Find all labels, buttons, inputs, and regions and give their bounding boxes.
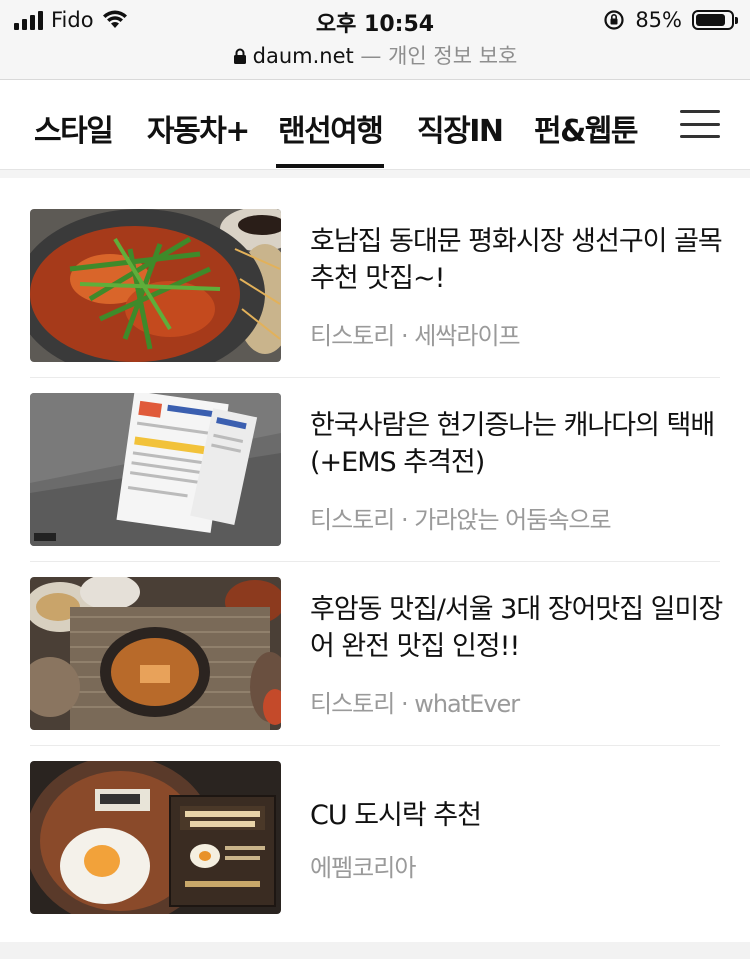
section-gap [0, 170, 750, 178]
status-right: 85% [603, 8, 738, 32]
battery-icon [692, 10, 738, 30]
article-source: 티스토리 · whatEver [310, 690, 520, 718]
tab-fun-webtoon[interactable]: 펀&웹툰 [534, 106, 638, 150]
article-item[interactable]: 한국사람은 현기증나는 캐나다의 택배 (+EMS 추격전) 티스토리 · 가라… [30, 393, 720, 547]
url-bar[interactable]: daum.net — 개인 정보 보호 [0, 40, 750, 70]
status-bar: Fido 오후 10:54 85% daum.net — 개인 정보 보호 [0, 0, 750, 80]
article-source: 에펨코리아 [310, 854, 416, 882]
grilled-eel-photo[interactable] [30, 577, 281, 730]
article-source: 티스토리 · 가라앉는 어둠속으로 [310, 506, 612, 534]
article-title[interactable]: 한국사람은 현기증나는 캐나다의 택배 (+EMS 추격전) [310, 407, 730, 481]
lock-icon [233, 48, 246, 64]
divider [30, 745, 720, 746]
rotation-lock-icon [604, 10, 624, 30]
url-privacy-label: — 개인 정보 보호 [353, 44, 518, 68]
article-item[interactable]: 후암동 맛집/서울 3대 장어맛집 일미장어 완전 맛집 인정!! 티스토리 ·… [30, 577, 723, 731]
article-item[interactable]: 호남집 동대문 평화시장 생선구이 골목 추천 맛집~! 티스토리 · 세싹라이… [30, 209, 723, 363]
lunchbox-photo[interactable] [30, 761, 281, 914]
category-nav: 스타일 자동차+ 랜선여행 직장IN 펀&웹툰 [0, 80, 750, 170]
hamburger-menu-icon[interactable] [680, 110, 720, 138]
tab-style[interactable]: 스타일 [34, 106, 114, 150]
parcel-receipts-photo[interactable] [30, 393, 281, 546]
article-title[interactable]: CU 도시락 추천 [310, 797, 730, 834]
divider [30, 561, 720, 562]
tab-workplace[interactable]: 직장IN [417, 106, 504, 150]
tab-cars[interactable]: 자동차+ [147, 106, 250, 150]
divider [30, 377, 720, 378]
bottom-gap [0, 942, 750, 959]
article-source: 티스토리 · 세싹라이프 [310, 322, 521, 350]
tab-online-travel[interactable]: 랜선여행 [275, 106, 385, 168]
article-title[interactable]: 후암동 맛집/서울 3대 장어맛집 일미장어 완전 맛집 인정!! [310, 591, 730, 665]
article-item[interactable]: CU 도시락 추천 에펨코리아 [30, 761, 720, 915]
article-title[interactable]: 호남집 동대문 평화시장 생선구이 골목 추천 맛집~! [310, 223, 730, 297]
battery-percent: 85% [635, 8, 682, 32]
food-stirfry-photo[interactable] [30, 209, 281, 362]
url-domain: daum.net [252, 44, 354, 68]
